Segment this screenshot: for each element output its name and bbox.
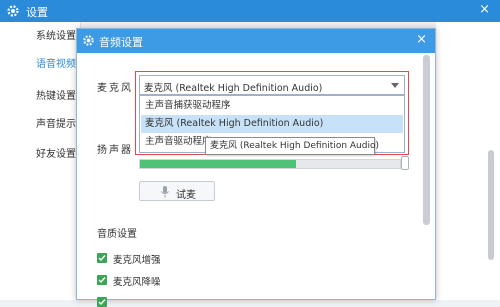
window-titlebar: 设置 ×	[0, 0, 500, 22]
mic-select-value: 麦克风 (Realtek High Definition Audio)	[144, 83, 323, 94]
sidebar-item-voice-video[interactable]: 语音视频	[0, 52, 80, 78]
window-title: 设置	[26, 6, 48, 19]
checkmark-icon	[98, 299, 106, 306]
mic-level-meter	[139, 159, 401, 169]
checkmark-icon	[98, 277, 106, 284]
mic-level-fill	[140, 160, 296, 168]
sidebar: 系统设置 语音视频 热键设置 声音提示 好友设置	[0, 22, 81, 300]
gear-icon	[7, 5, 19, 17]
tooltip: 麦克风 (Realtek High Definition Audio)	[205, 137, 379, 155]
chevron-down-icon	[391, 83, 399, 88]
window-scrollbar[interactable]	[488, 150, 494, 260]
sidebar-item-friends[interactable]: 好友设置	[0, 142, 80, 168]
mic-boost-label: 麦克风增强	[113, 255, 161, 266]
mic-option-selected[interactable]: 麦克风 (Realtek High Definition Audio)	[141, 115, 403, 133]
mic-boost-checkbox[interactable]	[97, 253, 107, 263]
sidebar-item-hotkeys[interactable]: 热键设置	[0, 84, 80, 110]
quality-section-title: 音质设置	[97, 229, 137, 240]
dialog-close-button[interactable]: ×	[416, 32, 427, 47]
volume-slider-handle[interactable]	[401, 156, 409, 170]
settings-checkbox[interactable]	[97, 297, 107, 307]
test-mic-label: 试麦	[176, 190, 196, 201]
dialog-titlebar: 音频设置 ×	[77, 29, 435, 53]
audio-settings-dialog: 音频设置 × 麦克风 扬声器 麦克风 (Realtek High Definit…	[76, 28, 436, 307]
window-close-button[interactable]: ×	[479, 2, 490, 17]
mic-option[interactable]: 主声音捕获驱动程序	[141, 97, 403, 115]
mic-select[interactable]: 麦克风 (Realtek High Definition Audio)	[139, 75, 405, 95]
mic-label: 麦克风	[97, 83, 133, 94]
noise-reduction-checkbox[interactable]	[97, 275, 107, 285]
speaker-label: 扬声器	[97, 145, 133, 156]
sidebar-item-sound-alerts[interactable]: 声音提示	[0, 112, 80, 138]
dialog-scrollbar[interactable]	[423, 55, 430, 225]
sidebar-item-system[interactable]: 系统设置	[0, 24, 80, 50]
noise-reduction-label: 麦克风降噪	[113, 277, 161, 288]
test-mic-button[interactable]: 试麦	[139, 181, 215, 201]
gear-icon	[83, 35, 94, 46]
dialog-title: 音频设置	[99, 36, 143, 49]
microphone-icon	[161, 186, 169, 198]
checkmark-icon	[98, 255, 106, 262]
